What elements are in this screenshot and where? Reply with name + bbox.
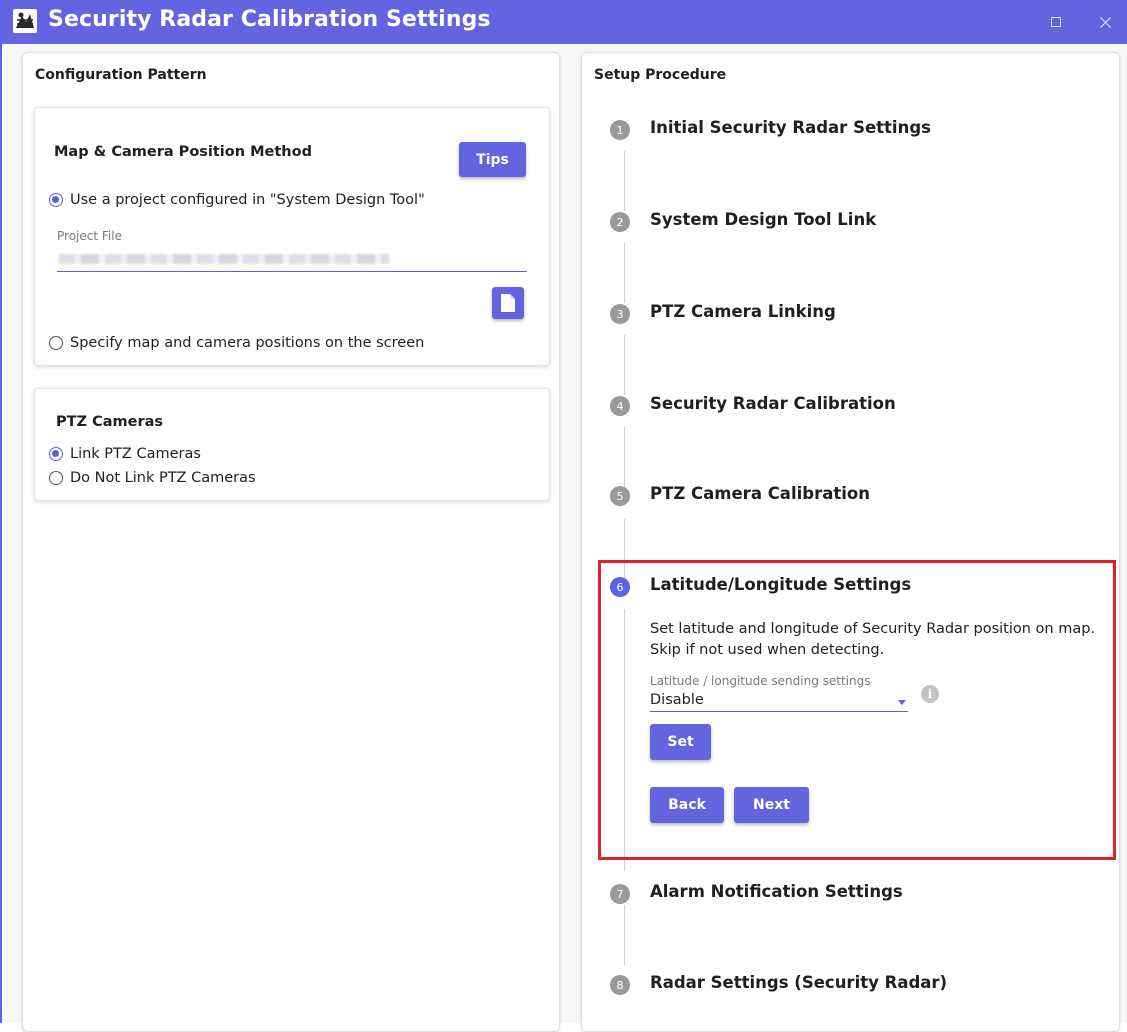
step-3[interactable]: 3 PTZ Camera Linking [610, 302, 1110, 326]
file-icon [501, 294, 515, 312]
radio-specify-screen-label: Specify map and camera positions on the … [70, 335, 425, 351]
project-file-input[interactable] [57, 246, 527, 272]
step-connector [624, 427, 625, 487]
map-camera-position-title: Map & Camera Position Method [54, 144, 312, 160]
project-file-label: Project File [57, 229, 122, 243]
configuration-pattern-panel: Configuration Pattern Map & Camera Posit… [22, 52, 560, 1032]
step-2-label: System Design Tool Link [650, 210, 877, 229]
step-4[interactable]: 4 Security Radar Calibration [610, 394, 1110, 418]
app-window: Security Radar Calibration Settings Conf… [0, 0, 1127, 1032]
configuration-pattern-title: Configuration Pattern [35, 67, 207, 83]
radio-use-project-label: Use a project configured in "System Desi… [70, 192, 425, 208]
step-5-label: PTZ Camera Calibration [650, 484, 870, 503]
step-7-label: Alarm Notification Settings [650, 882, 903, 901]
step-2-number: 2 [610, 212, 630, 232]
ptz-cameras-title: PTZ Cameras [56, 414, 164, 430]
radio-no-link-ptz-label: Do Not Link PTZ Cameras [70, 470, 256, 486]
tips-button[interactable]: Tips [459, 142, 526, 177]
radio-specify-screen-indicator [49, 336, 63, 350]
step-4-number: 4 [610, 396, 630, 416]
setup-procedure-panel: Setup Procedure 1 Initial Security Radar… [581, 52, 1120, 1032]
app-logo-icon [13, 9, 37, 33]
highlight-annotation [598, 560, 1116, 860]
radio-no-link-ptz[interactable]: Do Not Link PTZ Cameras [49, 470, 256, 486]
ptz-cameras-card: PTZ Cameras Link PTZ Cameras Do Not Link… [34, 388, 550, 501]
step-7[interactable]: 7 Alarm Notification Settings [610, 882, 1110, 906]
radio-use-project[interactable]: Use a project configured in "System Desi… [49, 192, 425, 208]
step-3-number: 3 [610, 304, 630, 324]
radio-link-ptz[interactable]: Link PTZ Cameras [49, 446, 201, 462]
project-file-underline [57, 271, 527, 272]
radio-specify-screen[interactable]: Specify map and camera positions on the … [49, 335, 424, 351]
maximize-button[interactable] [1044, 10, 1068, 34]
radio-link-ptz-indicator [49, 447, 63, 461]
radio-use-project-indicator [49, 193, 63, 207]
title-bar: Security Radar Calibration Settings [2, 0, 1127, 44]
radio-link-ptz-label: Link PTZ Cameras [70, 446, 201, 462]
step-1-number: 1 [610, 120, 630, 140]
close-button[interactable] [1093, 10, 1117, 34]
step-connector [624, 905, 625, 965]
radio-no-link-ptz-indicator [49, 471, 63, 485]
step-3-label: PTZ Camera Linking [650, 302, 836, 321]
step-connector [624, 335, 625, 395]
map-camera-position-card: Map & Camera Position Method Tips Use a … [34, 107, 550, 366]
window-title: Security Radar Calibration Settings [48, 7, 491, 32]
step-1-label: Initial Security Radar Settings [650, 118, 931, 137]
step-7-number: 7 [610, 884, 630, 904]
project-file-value-redacted [59, 254, 389, 264]
setup-procedure-title: Setup Procedure [594, 67, 727, 83]
browse-file-button[interactable] [492, 287, 524, 319]
step-8-label: Radar Settings (Security Radar) [650, 973, 948, 992]
step-2[interactable]: 2 System Design Tool Link [610, 210, 1110, 234]
maximize-icon [1051, 17, 1061, 27]
step-5[interactable]: 5 PTZ Camera Calibration [610, 484, 1110, 508]
step-connector [624, 151, 625, 211]
step-4-label: Security Radar Calibration [650, 394, 896, 413]
step-8[interactable]: 8 Radar Settings (Security Radar) [610, 973, 1110, 997]
close-icon [1099, 16, 1111, 28]
step-1[interactable]: 1 Initial Security Radar Settings [610, 118, 1110, 142]
step-connector [624, 243, 625, 303]
step-5-number: 5 [610, 486, 630, 506]
step-8-number: 8 [610, 975, 630, 995]
